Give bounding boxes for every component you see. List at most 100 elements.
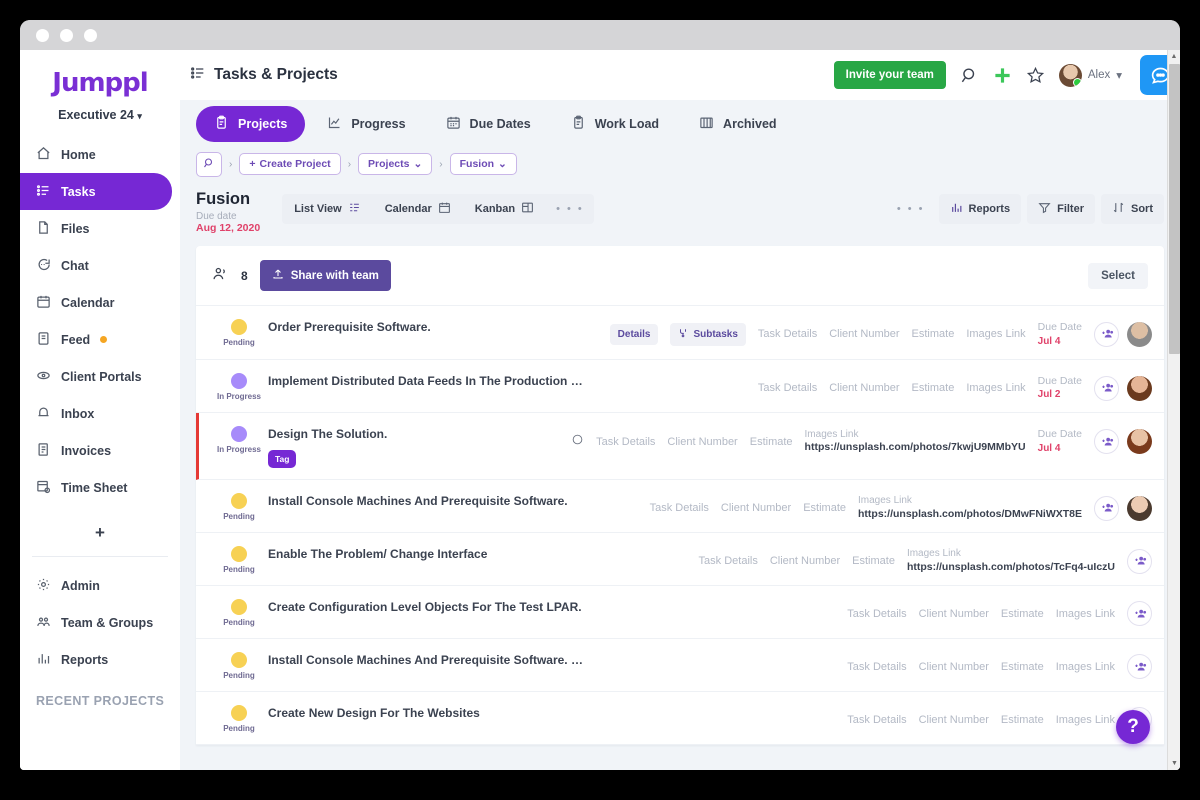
comment-icon[interactable] [571,433,584,451]
plus-icon[interactable] [993,66,1012,85]
sidebar-item-client-portals[interactable]: Client Portals [20,358,180,395]
col-estimate[interactable]: Estimate [852,555,895,567]
col-client-number[interactable]: Client Number [721,502,791,514]
add-item-button[interactable]: + [20,512,180,552]
col-task-details[interactable]: Task Details [847,714,906,726]
table-row[interactable]: Pending Enable The Problem/ Change Inter… [196,533,1164,586]
col-client-number[interactable]: Client Number [829,382,899,394]
help-button[interactable]: ? [1116,710,1150,744]
col-client-number[interactable]: Client Number [667,436,737,448]
col-task-details[interactable]: Task Details [699,555,758,567]
org-switcher[interactable]: Executive 24 ▾ [20,108,180,122]
sidebar-item-invoices[interactable]: Invoices [20,432,180,469]
col-task-details[interactable]: Task Details [758,328,817,340]
table-row[interactable]: Pending Install Console Machines And Pre… [196,480,1164,533]
scroll-down-icon[interactable]: ▼ [1168,757,1180,770]
tab-projects[interactable]: Projects [196,106,305,142]
table-row[interactable]: Pending Install Console Machines And Pre… [196,639,1164,692]
sidebar-item-tasks[interactable]: Tasks [20,173,172,210]
share-with-team-button[interactable]: Share with team [260,260,391,291]
col-client-number[interactable]: Client Number [829,328,899,340]
view-list[interactable]: List View [282,194,372,224]
avatar[interactable] [1127,322,1152,347]
sidebar-item-chat[interactable]: Chat [20,247,180,284]
sidebar-item-feed[interactable]: Feed [20,321,180,358]
table-row[interactable]: Pending Order Prerequisite Software. Det… [196,306,1164,360]
search-icon[interactable] [960,66,979,85]
table-row[interactable]: Pending Create New Design For The Websit… [196,692,1164,745]
col-task-details[interactable]: Task Details [650,502,709,514]
sidebar-item-team-groups[interactable]: Team & Groups [20,604,180,641]
view-more-button[interactable]: • • • [546,196,594,222]
add-people-icon[interactable] [1127,549,1152,574]
task-images-link[interactable]: Images Link https://unsplash.com/photos/… [907,548,1115,574]
sidebar-item-admin[interactable]: Admin [20,567,180,604]
col-estimate[interactable]: Estimate [1001,714,1044,726]
sidebar-item-reports[interactable]: Reports [20,641,180,678]
tab-archived[interactable]: Archived [681,106,795,142]
add-people-icon[interactable] [1094,429,1119,454]
avatar[interactable] [1127,496,1152,521]
select-button[interactable]: Select [1088,263,1148,289]
scroll-up-icon[interactable]: ▲ [1168,50,1180,63]
task-images-link[interactable]: Images Link https://unsplash.com/photos/… [805,429,1026,455]
breadcrumb-projects[interactable]: Projects ⌄ [358,153,432,175]
col-estimate[interactable]: Estimate [912,328,955,340]
window-close-button[interactable] [36,29,49,42]
table-row[interactable]: In Progress Implement Distributed Data F… [196,360,1164,414]
col-images-link[interactable]: Images Link [966,328,1025,340]
sidebar-item-files[interactable]: Files [20,210,180,247]
reports-button[interactable]: Reports [939,194,1022,224]
table-row[interactable]: In Progress Design The Solution. Tag Tas… [196,413,1164,480]
avatar[interactable] [1127,376,1152,401]
filter-button[interactable]: Filter [1027,194,1095,224]
invite-team-button[interactable]: Invite your team [834,61,946,89]
col-task-details[interactable]: Task Details [847,608,906,620]
col-estimate[interactable]: Estimate [1001,608,1044,620]
sidebar-item-calendar[interactable]: Calendar [20,284,180,321]
tab-work-load[interactable]: Work Load [553,106,677,142]
task-tag[interactable]: Tag [268,450,296,468]
scrollbar[interactable]: ▲ ▼ [1167,50,1180,770]
col-images-link[interactable]: Images Link [1056,608,1115,620]
view-calendar[interactable]: Calendar [373,194,463,224]
add-people-icon[interactable] [1094,322,1119,347]
breadcrumb-fusion[interactable]: Fusion ⌄ [450,153,517,175]
user-menu[interactable]: Alex ▾ [1059,64,1122,87]
col-client-number[interactable]: Client Number [919,661,989,673]
col-client-number[interactable]: Client Number [919,714,989,726]
add-people-icon[interactable] [1127,654,1152,679]
add-people-icon[interactable] [1094,376,1119,401]
tab-due-dates[interactable]: Due Dates [428,106,549,142]
col-client-number[interactable]: Client Number [919,608,989,620]
col-estimate[interactable]: Estimate [750,436,793,448]
breadcrumb-create-project[interactable]: + Create Project [239,153,340,175]
col-estimate[interactable]: Estimate [803,502,846,514]
col-estimate[interactable]: Estimate [1001,661,1044,673]
window-maximize-button[interactable] [84,29,97,42]
details-chip[interactable]: Details [610,324,659,345]
add-people-icon[interactable] [1127,601,1152,626]
avatar[interactable] [1127,429,1152,454]
col-images-link[interactable]: Images Link [1056,661,1115,673]
col-images-link[interactable]: Images Link [966,382,1025,394]
col-client-number[interactable]: Client Number [770,555,840,567]
sidebar-item-home[interactable]: Home [20,136,180,173]
table-row[interactable]: Pending Create Configuration Level Objec… [196,586,1164,639]
col-task-details[interactable]: Task Details [758,382,817,394]
sidebar-item-inbox[interactable]: Inbox [20,395,180,432]
col-task-details[interactable]: Task Details [596,436,655,448]
window-minimize-button[interactable] [60,29,73,42]
view-kanban[interactable]: Kanban [463,194,546,224]
sort-button[interactable]: Sort [1101,194,1164,224]
col-images-link[interactable]: Images Link [1056,714,1115,726]
star-icon[interactable] [1026,66,1045,85]
col-estimate[interactable]: Estimate [912,382,955,394]
subtasks-chip[interactable]: Subtasks [670,323,745,346]
add-people-icon[interactable] [1094,496,1119,521]
sidebar-item-time-sheet[interactable]: Time Sheet [20,469,180,506]
col-task-details[interactable]: Task Details [847,661,906,673]
breadcrumb-search-button[interactable] [196,152,222,177]
project-more-button[interactable]: • • • [889,203,933,215]
task-images-link[interactable]: Images Link https://unsplash.com/photos/… [858,495,1082,521]
